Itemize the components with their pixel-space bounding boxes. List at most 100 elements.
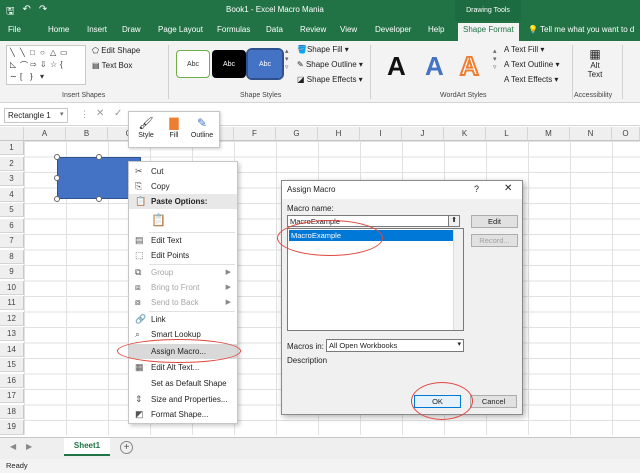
- shape-fill-button[interactable]: 🪣Shape Fill ▾: [297, 45, 349, 54]
- macros-in-select[interactable]: All Open Workbooks ▾: [326, 339, 464, 352]
- column-header[interactable]: O: [612, 127, 640, 141]
- row-header[interactable]: 18: [0, 404, 24, 419]
- row-header[interactable]: 17: [0, 389, 24, 403]
- tab-data[interactable]: Data: [266, 25, 283, 34]
- row-header[interactable]: 13: [0, 327, 24, 341]
- menu-item-edit-points[interactable]: ⬚ Edit Points: [129, 248, 237, 263]
- column-header[interactable]: G: [276, 127, 318, 141]
- row-header[interactable]: 8: [0, 249, 24, 264]
- star-shape-icon[interactable]: ☆: [50, 60, 57, 69]
- row-header[interactable]: 14: [0, 342, 24, 357]
- row-header[interactable]: 5: [0, 203, 24, 217]
- sheet-tab[interactable]: Sheet1: [64, 438, 110, 456]
- oval-shape-icon[interactable]: ○: [40, 48, 45, 57]
- column-header[interactable]: B: [66, 127, 108, 141]
- alt-text-button[interactable]: ▦ Alt Text: [582, 47, 608, 79]
- row-header[interactable]: 11: [0, 296, 24, 310]
- macro-name-up-button[interactable]: ⬆: [448, 215, 460, 227]
- tab-home[interactable]: Home: [48, 25, 69, 34]
- brace-right-shape-icon[interactable]: }: [30, 72, 33, 81]
- tab-help[interactable]: Help: [428, 25, 444, 34]
- rounded-rect-shape-icon[interactable]: ▭: [60, 48, 68, 57]
- redo-icon[interactable]: ↷: [39, 4, 47, 21]
- shape-style-black[interactable]: Abc: [212, 50, 246, 78]
- tab-formulas[interactable]: Formulas: [217, 25, 250, 34]
- rtriangle-shape-icon[interactable]: ◺: [10, 60, 16, 69]
- tab-shape-format[interactable]: Shape Format: [458, 23, 519, 41]
- block-arrow-shape-icon[interactable]: ⇨: [30, 60, 37, 69]
- text-fill-button[interactable]: A Text Fill ▾: [504, 45, 544, 54]
- wordart-style-black[interactable]: A: [387, 51, 406, 82]
- undo-icon[interactable]: ↶: [23, 4, 31, 21]
- row-header[interactable]: 3: [0, 172, 24, 186]
- down-arrow-shape-icon[interactable]: ⇩: [40, 60, 47, 69]
- row-header[interactable]: 6: [0, 218, 24, 233]
- record-button[interactable]: Record...: [471, 234, 518, 247]
- column-header[interactable]: A: [24, 127, 66, 141]
- tab-insert[interactable]: Insert: [87, 25, 107, 34]
- tab-file[interactable]: File: [8, 25, 21, 34]
- more-shapes-icon[interactable]: ▾: [40, 72, 44, 81]
- edit-button[interactable]: Edit: [471, 215, 518, 228]
- edit-shape-button[interactable]: ⬠ Edit Shape: [92, 46, 140, 55]
- text-outline-button[interactable]: A Text Outline ▾: [504, 60, 559, 69]
- menu-item-format-shape[interactable]: ◩ Format Shape...: [129, 407, 237, 422]
- resize-handle[interactable]: [96, 154, 102, 160]
- column-header[interactable]: M: [528, 127, 570, 141]
- menu-item-bring-to-front[interactable]: ⧈ Bring to Front ▶: [129, 280, 237, 295]
- resize-handle[interactable]: [54, 154, 60, 160]
- column-header[interactable]: N: [570, 127, 612, 141]
- tell-me-search[interactable]: 💡 Tell me what you want to d: [528, 25, 634, 34]
- tab-review[interactable]: Review: [300, 25, 326, 34]
- mini-style-button[interactable]: 🖌 Style: [133, 114, 159, 139]
- text-effects-button[interactable]: A Text Effects ▾: [504, 75, 558, 84]
- menu-item-copy[interactable]: ⎘ Copy: [129, 179, 237, 194]
- menu-item-size-properties[interactable]: ⇕ Size and Properties...: [129, 392, 237, 407]
- column-header[interactable]: K: [444, 127, 486, 141]
- macro-list-scrollbar[interactable]: [453, 229, 463, 330]
- row-header[interactable]: 2: [0, 156, 24, 171]
- bracket-shape-icon[interactable]: [: [20, 72, 22, 81]
- row-header[interactable]: 7: [0, 234, 24, 248]
- close-icon[interactable]: ✕: [504, 183, 512, 194]
- row-header[interactable]: 19: [0, 420, 24, 435]
- menu-item-group[interactable]: ⧉ Group ▶: [129, 265, 237, 280]
- column-header[interactable]: J: [402, 127, 444, 141]
- row-header[interactable]: 12: [0, 311, 24, 326]
- shape-style-blue[interactable]: Abc: [246, 48, 284, 80]
- shape-style-white[interactable]: Abc: [176, 50, 210, 78]
- tab-draw[interactable]: Draw: [122, 25, 141, 34]
- resize-handle[interactable]: [96, 196, 102, 202]
- column-header[interactable]: I: [360, 127, 402, 141]
- row-header[interactable]: 9: [0, 265, 24, 279]
- row-header[interactable]: 10: [0, 280, 24, 295]
- column-header[interactable]: H: [318, 127, 360, 141]
- select-all-corner[interactable]: [0, 127, 24, 141]
- column-header[interactable]: F: [234, 127, 276, 141]
- mini-outline-button[interactable]: ✎ Outline: [189, 114, 215, 139]
- column-header[interactable]: L: [486, 127, 528, 141]
- wordart-style-orange-outline[interactable]: A: [459, 50, 480, 82]
- add-sheet-icon[interactable]: +: [120, 441, 133, 454]
- freeform-shape-icon[interactable]: ∼: [10, 72, 17, 81]
- cancel-button[interactable]: Cancel: [470, 395, 517, 408]
- menu-item-cut[interactable]: ✂ Cut: [129, 164, 237, 179]
- menu-item-link[interactable]: 🔗 Link: [129, 312, 237, 327]
- brace-shape-icon[interactable]: {: [60, 60, 63, 69]
- enter-entry-icon[interactable]: ✓: [114, 108, 122, 119]
- menu-item-edit-text[interactable]: ▤ Edit Text: [129, 233, 237, 248]
- help-icon[interactable]: ?: [474, 184, 479, 194]
- menu-item-send-to-back[interactable]: ⧇ Send to Back ▶: [129, 295, 237, 310]
- sheet-next-icon[interactable]: ▶: [26, 442, 32, 451]
- row-header[interactable]: 1: [0, 141, 24, 155]
- wordart-style-blue[interactable]: A: [425, 51, 444, 82]
- resize-handle[interactable]: [54, 196, 60, 202]
- shape-outline-button[interactable]: ✎ Shape Outline ▾: [297, 60, 363, 69]
- name-box[interactable]: Rectangle 1: [4, 108, 68, 123]
- line-shape-icon[interactable]: ╲: [10, 48, 15, 57]
- tab-view[interactable]: View: [340, 25, 357, 34]
- cancel-entry-icon[interactable]: ✕: [96, 108, 104, 119]
- shape-effects-button[interactable]: ◪ Shape Effects ▾: [297, 75, 363, 84]
- row-header[interactable]: 4: [0, 187, 24, 202]
- row-header[interactable]: 16: [0, 373, 24, 388]
